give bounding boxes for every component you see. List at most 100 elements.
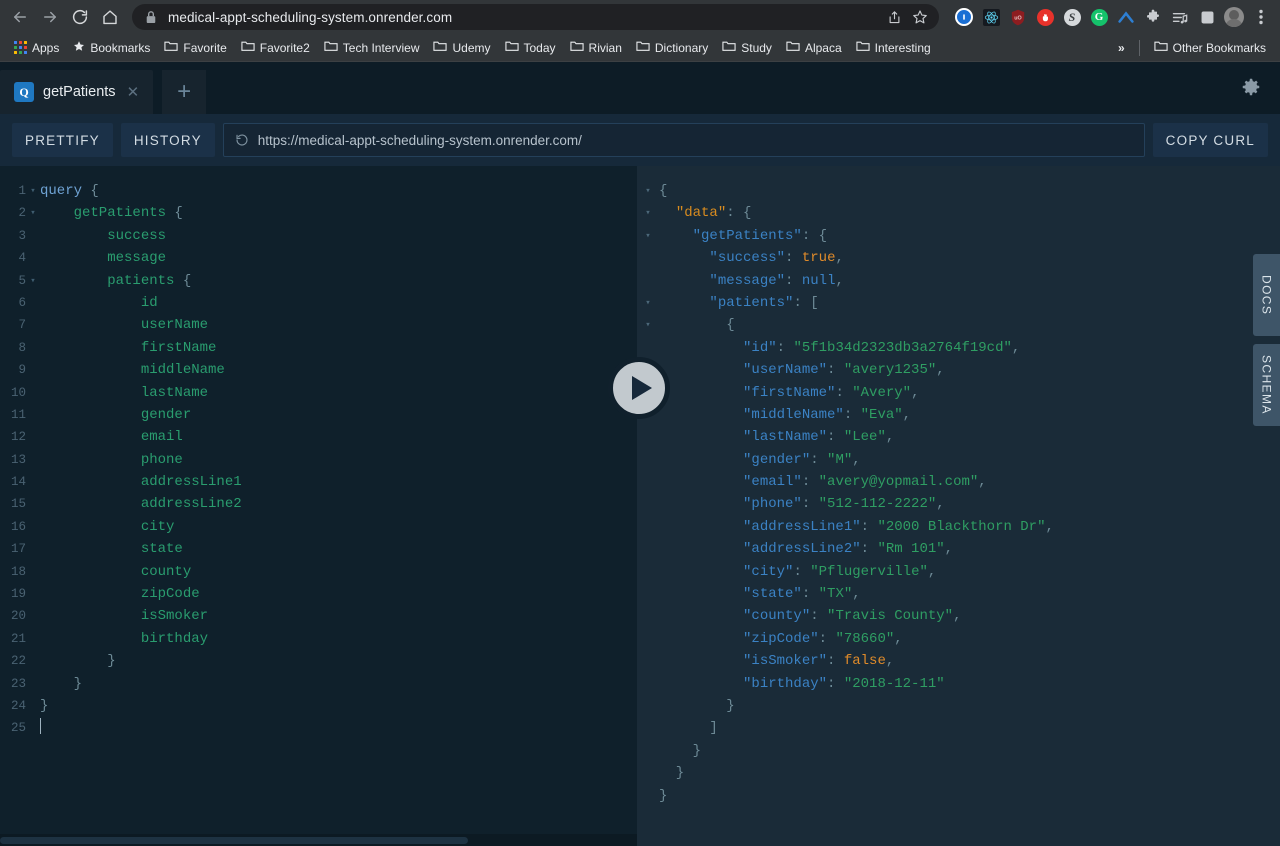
code-token: gender	[40, 406, 192, 423]
forward-button[interactable]	[36, 3, 64, 31]
code-token: addressLine1	[40, 474, 242, 491]
side-tab-group: DOCS SCHEMA	[1253, 254, 1280, 426]
json-token: ,	[978, 474, 987, 491]
home-button[interactable]	[96, 3, 124, 31]
folder-icon	[856, 40, 870, 55]
code-token: message	[40, 250, 167, 267]
reload-button[interactable]	[66, 3, 94, 31]
response-viewer[interactable]: ▾{▾ "data": {▾ "getPatients": { "success…	[637, 166, 1280, 846]
fold-toggle-icon[interactable]: ▾	[26, 270, 40, 292]
bookmark-item-dictionary[interactable]: Dictionary	[630, 37, 714, 58]
docs-tab[interactable]: DOCS	[1253, 254, 1280, 336]
grammarly-s-extension[interactable]: S	[1059, 4, 1085, 30]
response-line-text: {	[659, 314, 734, 336]
adblock-extension[interactable]	[1032, 4, 1058, 30]
chrome-menu-icon[interactable]	[1248, 4, 1274, 30]
history-button[interactable]: HISTORY	[120, 123, 215, 157]
prettify-button[interactable]: PRETTIFY	[12, 123, 113, 157]
react-devtools-extension[interactable]	[978, 4, 1004, 30]
response-line: "middleName": "Eva",	[637, 404, 1280, 426]
editor-line-text: userName	[40, 314, 208, 336]
code-token: query	[40, 183, 83, 199]
json-token: "getPatients"	[692, 227, 802, 244]
arc-extension[interactable]	[1113, 4, 1139, 30]
fold-toggle-icon[interactable]: ▾	[637, 202, 659, 224]
folder-icon	[324, 40, 338, 55]
json-token: "Avery"	[852, 384, 912, 401]
address-bar[interactable]: medical-appt-scheduling-system.onrender.…	[132, 4, 939, 30]
editor-line: 11 gender	[0, 404, 637, 426]
json-token: :	[818, 630, 836, 647]
apps-shortcut[interactable]: Apps	[8, 38, 65, 58]
bookmark-item-favorite2[interactable]: Favorite2	[235, 37, 316, 58]
playground-tab-getpatients[interactable]: Q getPatients ✕	[0, 70, 154, 114]
bookmark-item-favorite[interactable]: Favorite	[158, 37, 232, 58]
media-playlist-icon[interactable]	[1167, 4, 1193, 30]
bookmarks-overflow-button[interactable]: »	[1112, 38, 1131, 58]
editor-scrollbar-track[interactable]	[0, 834, 637, 846]
bookmark-item-today[interactable]: Today	[499, 37, 562, 58]
share-icon[interactable]	[885, 8, 903, 26]
text-cursor	[40, 718, 41, 735]
editor-line: 6 id	[0, 292, 637, 314]
bookmark-item-udemy[interactable]: Udemy	[427, 37, 496, 58]
response-line: "addressLine1": "2000 Blackthorn Dr",	[637, 516, 1280, 538]
fold-toggle-icon[interactable]: ▾	[637, 314, 659, 336]
json-token: ,	[911, 384, 920, 401]
profile-avatar[interactable]	[1221, 4, 1247, 30]
star-icon[interactable]	[911, 8, 929, 26]
response-line: ]	[637, 717, 1280, 739]
bookmark-item-tech-interview[interactable]: Tech Interview	[318, 37, 426, 58]
schema-tab[interactable]: SCHEMA	[1253, 344, 1280, 426]
bookmark-item-rivian[interactable]: Rivian	[564, 37, 628, 58]
star-icon	[73, 40, 85, 55]
bookmark-label: Dictionary	[654, 40, 709, 55]
browser-toolbar: medical-appt-scheduling-system.onrender.…	[0, 0, 1280, 34]
endpoint-input[interactable]: https://medical-appt-scheduling-system.o…	[222, 123, 1145, 157]
bookmark-item-interesting[interactable]: Interesting	[850, 37, 937, 58]
query-editor[interactable]: 1 ▾ query {2 ▾ getPatients {3 success 4 mess…	[0, 166, 637, 846]
execute-query-button[interactable]	[608, 357, 670, 419]
editor-line-text: gender	[40, 404, 191, 426]
side-panel-icon[interactable]	[1194, 4, 1220, 30]
json-token: "lastName"	[743, 429, 828, 446]
extensions-puzzle-icon[interactable]	[1140, 4, 1166, 30]
response-line: }	[637, 740, 1280, 762]
fold-toggle-icon[interactable]: ▾	[637, 292, 659, 314]
editor-scrollbar-thumb[interactable]	[0, 837, 468, 844]
editor-line-text: county	[40, 561, 191, 583]
history-revert-icon[interactable]	[235, 133, 249, 147]
fold-toggle-icon[interactable]: ▾	[637, 225, 659, 247]
fold-toggle-icon[interactable]: ▾	[26, 202, 40, 224]
other-bookmarks-button[interactable]: Other Bookmarks	[1148, 37, 1272, 58]
1password-extension[interactable]	[951, 4, 977, 30]
close-icon[interactable]: ✕	[125, 85, 142, 100]
fold-toggle-icon[interactable]: ▾	[637, 180, 659, 202]
bookmark-item-study[interactable]: Study	[716, 37, 778, 58]
copy-curl-button[interactable]: COPY CURL	[1152, 123, 1268, 157]
response-line-text: "lastName": "Lee",	[659, 426, 894, 448]
bookmark-item-bookmarks[interactable]: Bookmarks	[67, 37, 156, 58]
editor-line-text: success	[40, 225, 166, 247]
new-tab-button[interactable]: +	[162, 70, 207, 114]
json-token: :	[843, 406, 861, 423]
fold-toggle-icon[interactable]: ▾	[26, 180, 40, 202]
gear-icon[interactable]	[1240, 76, 1262, 103]
bookmark-item-alpaca[interactable]: Alpaca	[780, 37, 848, 58]
code-token: lastName	[40, 384, 209, 401]
line-number: 24	[10, 698, 26, 713]
editor-line-text: }	[40, 673, 82, 695]
ublock-origin-extension[interactable]: uO	[1005, 4, 1031, 30]
back-button[interactable]	[6, 3, 34, 31]
json-token: "id"	[743, 339, 777, 356]
grammarly-extension[interactable]: G	[1086, 4, 1112, 30]
response-line-text: "phone": "512-112-2222",	[659, 493, 945, 515]
